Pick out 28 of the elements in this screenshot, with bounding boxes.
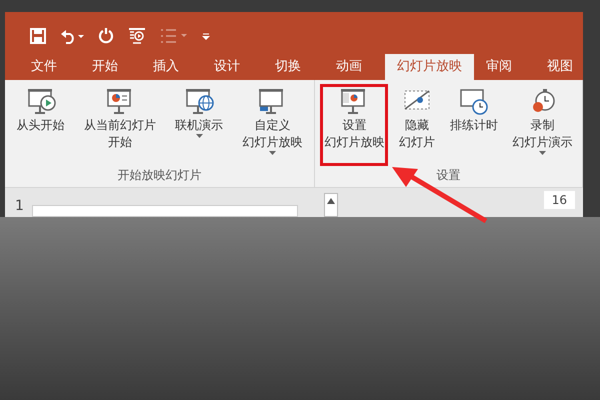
- save-icon[interactable]: [29, 27, 47, 45]
- ribbon-tab[interactable]: 审阅: [474, 54, 524, 80]
- ribbon-button[interactable]: 联机演示: [171, 84, 228, 166]
- ribbon-tab[interactable]: 切换: [263, 54, 313, 80]
- ruler: 16: [544, 191, 575, 209]
- ribbon-button[interactable]: 排练计时: [446, 84, 502, 166]
- ribbon-tab[interactable]: 开始: [80, 54, 130, 80]
- group-label: 设置: [436, 167, 460, 184]
- presentation-globe-icon: [184, 87, 214, 117]
- ribbon-button[interactable]: 设置 幻灯片放映: [320, 84, 388, 166]
- stopwatch-screen-icon: [458, 87, 489, 117]
- slide-number: 1: [15, 197, 24, 216]
- ribbon-tab[interactable]: 视图: [535, 54, 585, 80]
- ribbon-tab[interactable]: 动画: [324, 54, 374, 80]
- scroll-up-icon[interactable]: [326, 198, 335, 204]
- ribbon-tab[interactable]: 幻灯片放映: [385, 54, 474, 80]
- ribbon-button[interactable]: 隐藏 幻灯片: [395, 84, 440, 166]
- ribbon-button[interactable]: 从当前幻灯片 开始: [80, 84, 160, 166]
- ribbon-tab[interactable]: 设计: [202, 54, 252, 80]
- undo-icon[interactable]: [59, 27, 85, 45]
- presentation-play-icon: [26, 87, 56, 117]
- ribbon-button[interactable]: 从头开始: [12, 84, 69, 166]
- ribbon-tab[interactable]: 插入: [141, 54, 191, 80]
- ribbon-button[interactable]: 录制 幻灯片演示: [508, 84, 577, 166]
- ribbon-button[interactable]: 自定义 幻灯片放映: [238, 84, 306, 166]
- presentation-icon[interactable]: [127, 26, 147, 46]
- ribbon-tab[interactable]: 文件: [19, 54, 69, 80]
- group-label: 开始放映幻灯片: [118, 167, 202, 184]
